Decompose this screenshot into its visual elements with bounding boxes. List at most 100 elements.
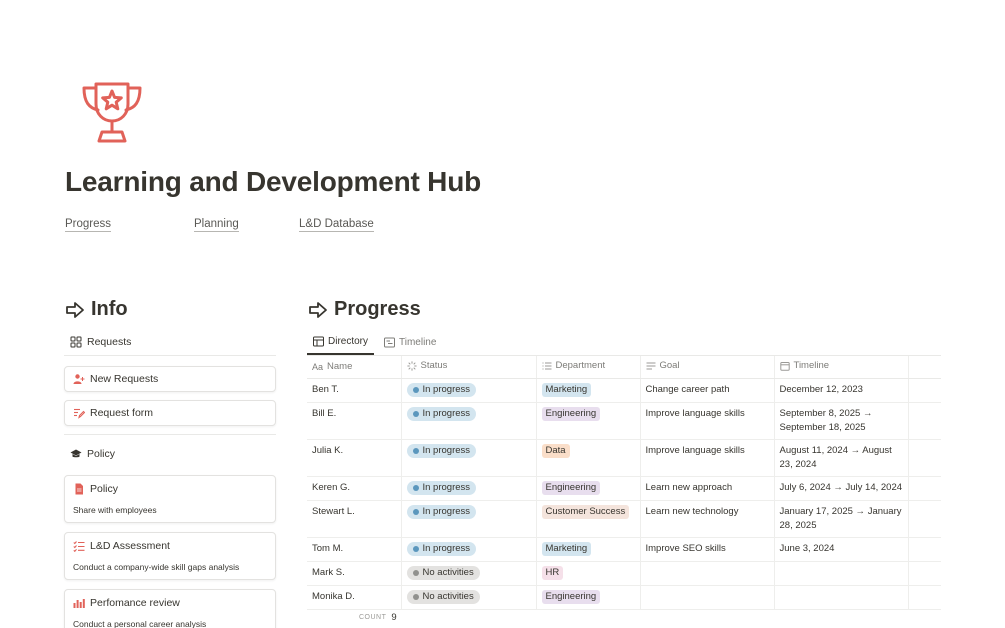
cell-status[interactable]: In progress [401, 402, 537, 440]
policy-card[interactable]: Policy Share with employees [64, 475, 276, 523]
cell-goal[interactable]: Learn new technology [640, 500, 775, 538]
cell-timeline[interactable]: December 12, 2023 [774, 378, 909, 403]
status-label: In progress [422, 407, 471, 419]
link-ld-database[interactable]: L&D Database [299, 218, 374, 232]
table-icon [313, 336, 324, 347]
cell-extra [908, 439, 941, 477]
tab-directory[interactable]: Directory [307, 332, 375, 355]
status-label: No activities [422, 590, 474, 602]
cell-department[interactable]: Customer Success [536, 500, 641, 538]
policy-card-desc: Share with employees [73, 505, 157, 515]
table-row[interactable]: Mark S. No activities HR [307, 561, 941, 586]
arrow-right-icon [309, 301, 327, 318]
trophy-icon [78, 78, 146, 146]
status-label: No activities [422, 566, 474, 578]
cell-department[interactable]: Data [536, 439, 641, 477]
table-row[interactable]: Stewart L. In progress Customer Success Lea… [307, 500, 941, 538]
cell-status[interactable]: No activities [401, 561, 537, 586]
cell-name[interactable]: Keren G. [307, 476, 402, 501]
timeline-text: December 12, 2023 [779, 383, 863, 395]
cell-goal[interactable]: Improve SEO skills [640, 537, 775, 562]
requests-section-label: Requests [87, 336, 132, 348]
cell-extra [908, 537, 941, 562]
request-form-card[interactable]: Request form [64, 400, 276, 426]
cell-status[interactable]: In progress [401, 378, 537, 403]
status-dot-icon [412, 508, 419, 515]
performance-review-title: Perfomance review [90, 597, 180, 609]
cell-extra [908, 402, 941, 440]
employee-name: Mark S. [312, 566, 345, 578]
table-row[interactable]: Bill E. In progress Engineering Improve lan… [307, 402, 941, 440]
cell-name[interactable]: Tom M. [307, 537, 402, 562]
column-label: Timeline [793, 360, 830, 371]
column-header-extra [908, 356, 941, 379]
table-row[interactable]: Keren G. In progress Engineering Learn new … [307, 476, 941, 501]
divider [64, 355, 276, 356]
status-label: In progress [422, 481, 471, 493]
cell-department[interactable]: Marketing [536, 537, 641, 562]
count-label: COUNT [359, 614, 387, 621]
status-dot-icon [412, 545, 419, 552]
table-row[interactable]: Monika D. No activities Engineering [307, 585, 941, 610]
ld-assessment-card[interactable]: L&D Assessment Conduct a company-wide sk… [64, 532, 276, 580]
cell-name[interactable]: Bill E. [307, 402, 402, 440]
table-row[interactable]: Julia K. In progress Data Improve language … [307, 439, 941, 477]
cell-timeline[interactable] [774, 585, 909, 610]
column-header-timeline[interactable]: Timeline [774, 356, 909, 379]
cell-name[interactable]: Monika D. [307, 585, 402, 610]
cell-goal[interactable]: Learn new approach [640, 476, 775, 501]
cell-name[interactable]: Stewart L. [307, 500, 402, 538]
cell-goal[interactable] [640, 585, 775, 610]
cell-department[interactable]: Engineering [536, 476, 641, 501]
cell-status[interactable]: In progress [401, 439, 537, 477]
cell-goal[interactable]: Change career path [640, 378, 775, 403]
cell-timeline[interactable]: January 17, 2025 → January 28, 2025 [774, 500, 909, 538]
goal-text: Learn new technology [645, 505, 739, 517]
checklist-icon [73, 541, 85, 552]
status-dot-icon [412, 569, 419, 576]
cell-name[interactable]: Mark S. [307, 561, 402, 586]
column-header-status[interactable]: Status [401, 356, 537, 379]
cell-timeline[interactable]: July 6, 2024 → July 14, 2024 [774, 476, 909, 501]
table-row[interactable]: Ben T. In progress Marketing Change career … [307, 378, 941, 403]
status-label: In progress [422, 542, 471, 554]
cell-department[interactable]: Marketing [536, 378, 641, 403]
status-dot-icon [412, 484, 419, 491]
cell-department[interactable]: Engineering [536, 585, 641, 610]
cell-department[interactable]: HR [536, 561, 641, 586]
cell-extra [908, 585, 941, 610]
cell-department[interactable]: Engineering [536, 402, 641, 440]
ld-assessment-desc: Conduct a company-wide skill gaps analys… [73, 562, 240, 572]
status-badge: In progress [406, 480, 477, 495]
cell-timeline[interactable] [774, 561, 909, 586]
cell-status[interactable]: No activities [401, 585, 537, 610]
table-row[interactable]: Tom M. In progress Marketing Improve SEO sk… [307, 537, 941, 562]
cell-goal[interactable] [640, 561, 775, 586]
goal-text: Improve language skills [645, 444, 745, 456]
grid-icon [70, 336, 82, 348]
column-header-department[interactable]: Department [536, 356, 641, 379]
cell-name[interactable]: Ben T. [307, 378, 402, 403]
row-count: COUNT 9 [359, 612, 397, 623]
status-icon [406, 360, 417, 371]
cell-status[interactable]: In progress [401, 500, 537, 538]
cell-goal[interactable]: Improve language skills [640, 439, 775, 477]
cell-name[interactable]: Julia K. [307, 439, 402, 477]
cell-goal[interactable]: Improve language skills [640, 402, 775, 440]
cell-status[interactable]: In progress [401, 537, 537, 562]
column-header-goal[interactable]: Goal [640, 356, 775, 379]
cell-status[interactable]: In progress [401, 476, 537, 501]
cell-timeline[interactable]: September 8, 2025 → September 18, 2025 [774, 402, 909, 440]
status-badge: In progress [406, 406, 477, 421]
performance-review-card[interactable]: Perfomance review Conduct a personal car… [64, 589, 276, 628]
new-requests-card[interactable]: New Requests [64, 366, 276, 392]
tab-timeline[interactable]: Timeline [378, 332, 442, 355]
column-header-name[interactable]: Aa Name [307, 356, 402, 379]
link-progress[interactable]: Progress [65, 218, 112, 232]
cell-timeline[interactable]: August 11, 2024 → August 23, 2024 [774, 439, 909, 477]
cell-extra [908, 378, 941, 403]
link-planning[interactable]: Planning [194, 218, 239, 232]
cell-timeline[interactable]: June 3, 2024 [774, 537, 909, 562]
table-header-row: Aa Name Status Department Goal Timeline [307, 356, 941, 379]
employee-name: Tom M. [312, 542, 344, 554]
